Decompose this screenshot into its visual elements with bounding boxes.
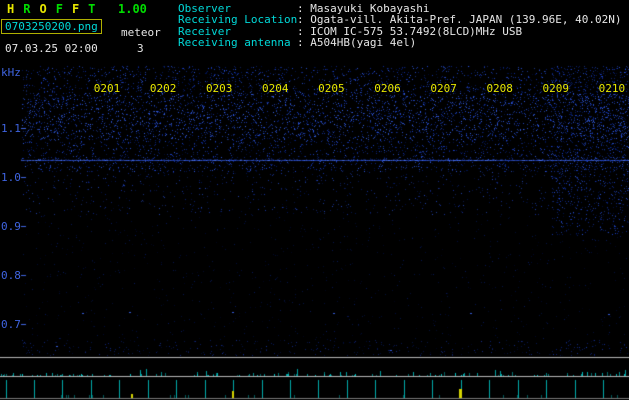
station-info-row: Receiving antenna : A504HB(yagi 4el)	[178, 36, 622, 50]
hrofft-window: HROFFT 1.00 0703250200.png meteor 07.03.…	[0, 0, 629, 400]
app-title-letter: R	[23, 2, 31, 16]
app-title-letter: F	[55, 2, 63, 16]
app-title-letter: F	[71, 2, 80, 16]
time-tick-label: 0203	[205, 82, 233, 95]
app-title-letter: T	[88, 2, 96, 16]
freq-tick-label: 0.9	[1, 220, 21, 233]
freq-tick-label: 0.7	[1, 318, 21, 331]
time-tick-label: 0210	[598, 82, 626, 95]
time-tick-label: 0205	[318, 82, 345, 95]
freq-tick-label: 1.0	[1, 171, 21, 184]
mode-label: meteor	[121, 26, 161, 39]
freq-tick-label: 1.1	[1, 122, 21, 135]
time-tick-label: 0208	[486, 82, 513, 95]
station-info-label: Receiving antenna	[178, 36, 291, 50]
time-tick-label: 0202	[149, 82, 177, 95]
freq-axis-unit: kHz	[1, 66, 21, 79]
filename-label: 0703250200.png	[5, 20, 98, 33]
freq-tick-label: 0.8	[1, 269, 21, 282]
time-tick-label: 0207	[430, 82, 457, 95]
app-title-letter: H	[7, 2, 15, 16]
app-version-label: 1.00	[118, 2, 147, 16]
app-title: HROFFT	[7, 2, 104, 16]
station-info-value: : A504HB(yagi 4el)	[297, 36, 417, 50]
meteor-count-label: 3	[137, 42, 144, 55]
time-tick-label: 0209	[542, 82, 570, 95]
time-tick-label: 0201	[93, 82, 121, 95]
app-title-letter: O	[39, 2, 47, 16]
time-tick-label: 0204	[262, 82, 289, 95]
time-tick-label: 0206	[374, 82, 401, 95]
station-info: Observer: Masayuki Kobayashi Receiving Lo…	[178, 3, 622, 49]
datetime-label: 07.03.25 02:00	[5, 42, 98, 55]
spectrogram-canvas	[0, 0, 629, 400]
filename-box: 0703250200.png	[1, 19, 102, 34]
